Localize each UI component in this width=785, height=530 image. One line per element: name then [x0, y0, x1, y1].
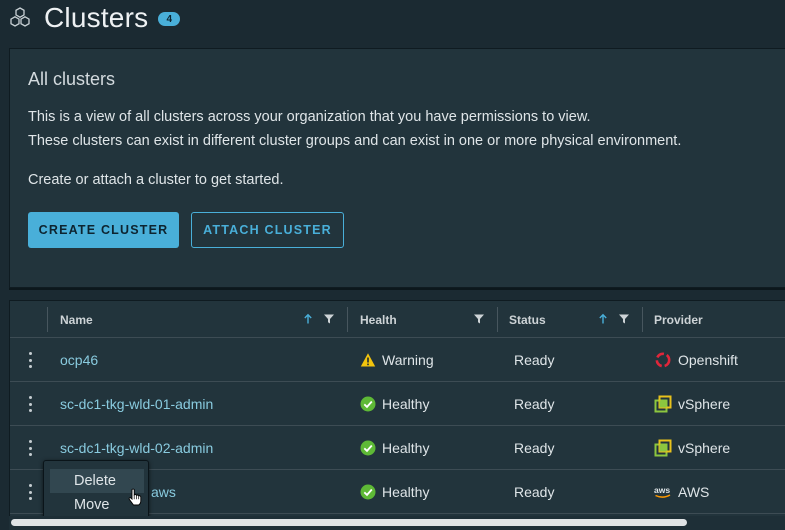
attach-cluster-button[interactable]: ATTACH CLUSTER	[191, 212, 344, 248]
datagrid-header: Name Health Status Provider	[10, 301, 785, 338]
status-cell: Ready	[514, 396, 555, 412]
row-actions-kebab-icon[interactable]	[22, 440, 38, 456]
vsphere-icon	[654, 439, 672, 457]
provider-label: AWS	[678, 484, 710, 500]
check-circle-icon	[360, 484, 376, 500]
page-title: Clusters	[44, 2, 149, 33]
provider-label: vSphere	[678, 396, 731, 412]
table-row: ocp46 Warning Ready Openshift	[10, 338, 785, 382]
column-header-status[interactable]: Status	[509, 301, 546, 338]
page-header: Clusters 4	[8, 0, 181, 36]
column-separator	[642, 307, 643, 332]
row-actions-kebab-icon[interactable]	[22, 484, 38, 500]
cluster-name-link[interactable]: aws	[151, 470, 176, 514]
openshift-icon	[655, 352, 671, 368]
provider-cell: aws AWS	[654, 470, 709, 514]
status-cell: Ready	[514, 484, 555, 500]
card-description-line-2: These clusters can exist in different cl…	[28, 133, 682, 149]
health-cell: Healthy	[360, 470, 429, 514]
status-cell: Ready	[514, 440, 555, 456]
vsphere-icon	[654, 395, 672, 413]
provider-cell: vSphere	[654, 426, 730, 470]
create-cluster-button[interactable]: CREATE CLUSTER	[28, 212, 179, 248]
filter-icon[interactable]	[323, 313, 335, 325]
provider-label: vSphere	[678, 440, 731, 456]
sort-ascending-icon[interactable]	[302, 313, 314, 325]
provider-label: Openshift	[678, 352, 738, 368]
provider-cell: Openshift	[654, 338, 738, 382]
all-clusters-card: All clusters This is a view of all clust…	[9, 48, 785, 288]
cluster-count-badge: 4	[158, 12, 181, 26]
column-separator	[347, 307, 348, 332]
horizontal-scrollbar[interactable]	[9, 516, 785, 530]
table-row: sc-dc1-tkg-wld-01-admin Healthy Ready vS…	[10, 382, 785, 426]
health-cell: Healthy	[360, 426, 429, 470]
card-description-line-3: Create or attach a cluster to get starte…	[28, 172, 284, 188]
column-header-health[interactable]: Health	[360, 301, 397, 338]
warning-icon	[360, 353, 376, 367]
card-description-line-1: This is a view of all clusters across yo…	[28, 109, 591, 125]
svg-text:aws: aws	[654, 485, 670, 495]
filter-icon[interactable]	[473, 313, 485, 325]
check-circle-icon	[360, 396, 376, 412]
clusters-hexagon-icon	[10, 7, 30, 27]
health-label: Healthy	[382, 440, 430, 456]
column-separator	[47, 307, 48, 332]
aws-icon: aws	[654, 485, 671, 498]
provider-cell: vSphere	[654, 382, 730, 426]
health-cell: Healthy	[360, 382, 429, 426]
health-label: Healthy	[382, 396, 430, 412]
card-title: All clusters	[28, 69, 116, 89]
column-separator	[497, 307, 498, 332]
hand-pointer-cursor-icon	[128, 488, 142, 506]
row-actions-kebab-icon[interactable]	[22, 396, 38, 412]
filter-icon[interactable]	[618, 313, 630, 325]
health-label: Warning	[382, 352, 434, 368]
row-actions-kebab-icon[interactable]	[22, 352, 38, 368]
status-cell: Ready	[514, 352, 555, 368]
cluster-name-link[interactable]: sc-dc1-tkg-wld-01-admin	[60, 382, 213, 426]
scrollbar-thumb[interactable]	[11, 519, 687, 526]
column-header-name[interactable]: Name	[60, 301, 93, 338]
sort-ascending-icon[interactable]	[597, 313, 609, 325]
health-cell: Warning	[360, 338, 434, 382]
cluster-name-link[interactable]: ocp46	[60, 338, 98, 382]
check-circle-icon	[360, 440, 376, 456]
column-header-provider[interactable]: Provider	[654, 301, 703, 338]
health-label: Healthy	[382, 484, 430, 500]
